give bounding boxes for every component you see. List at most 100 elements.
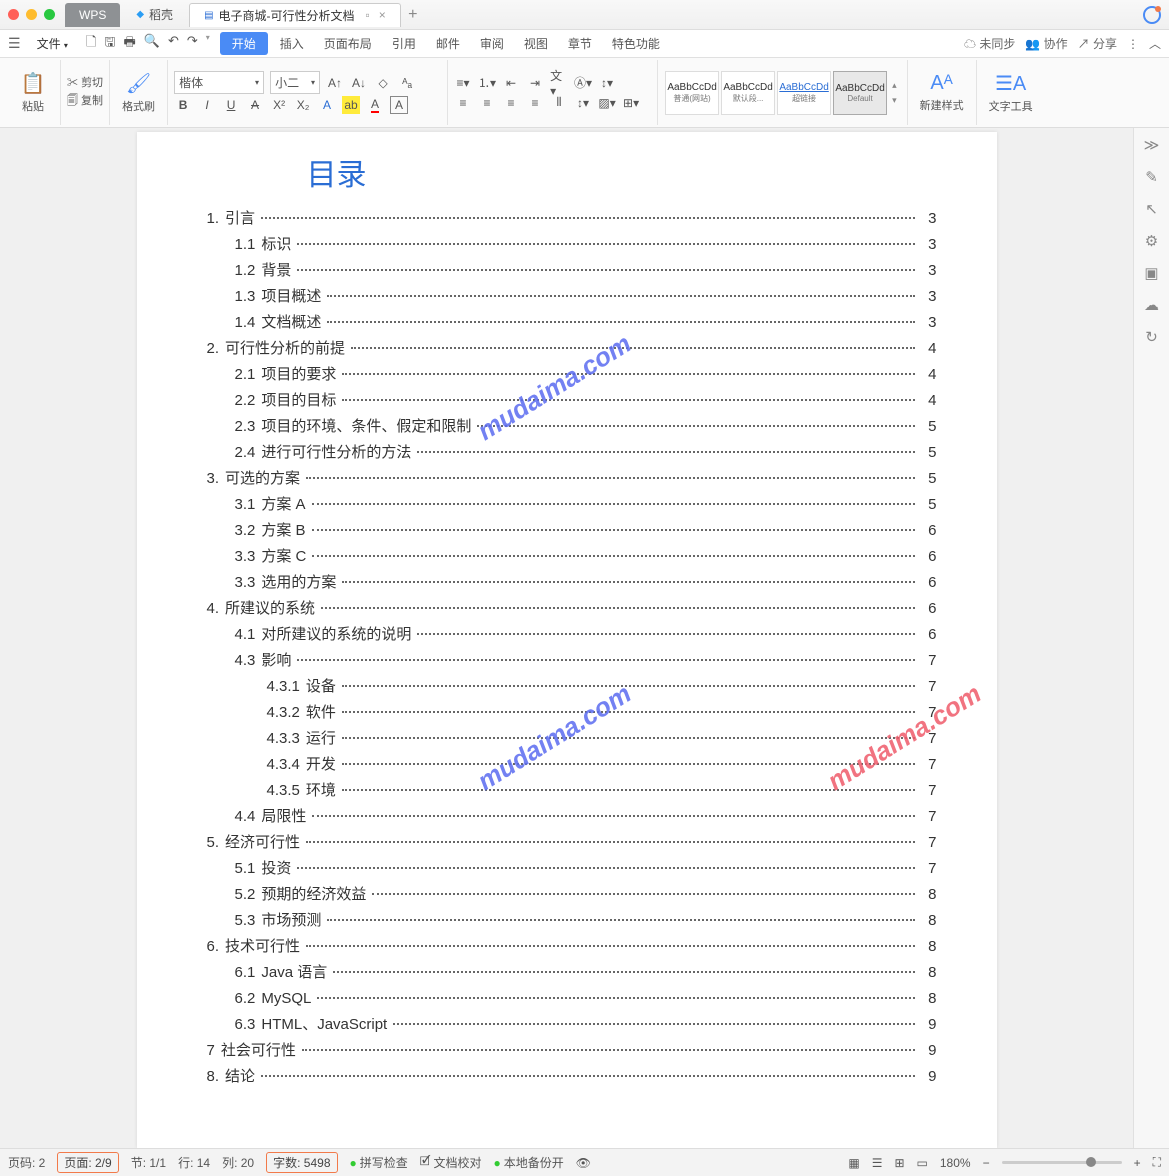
toc-entry[interactable]: 2.2项目的目标4 (235, 388, 937, 414)
toc-entry[interactable]: 1.4文档概述3 (235, 310, 937, 336)
save-icon[interactable]: 🖫 (104, 33, 115, 55)
zoom-in-button[interactable]: + (1134, 1156, 1141, 1170)
toc-entry[interactable]: 6.3HTML、JavaScript9 (235, 1012, 937, 1038)
char-border-button[interactable]: A (390, 96, 408, 114)
preview-icon[interactable]: 🔍 (144, 33, 160, 55)
copy-button[interactable]: 🗐 复制 (67, 92, 103, 111)
view-web-icon[interactable]: ⊞ (894, 1156, 904, 1170)
toc-entry[interactable]: 4.4局限性7 (235, 804, 937, 830)
maximize-window-icon[interactable] (44, 9, 55, 20)
toc-entry[interactable]: 2.1项目的要求4 (235, 362, 937, 388)
eye-mode-icon[interactable]: 👁 (576, 1156, 591, 1170)
tab-document[interactable]: ▤ 电子商城-可行性分析文档 ▫ × (189, 3, 401, 27)
font-color-button[interactable]: A (366, 96, 384, 114)
toc-entry[interactable]: 2.4进行可行性分析的方法5 (235, 440, 937, 466)
status-backup[interactable]: ● 本地备份开 (494, 1154, 564, 1171)
clear-format-icon[interactable]: ◇ (374, 74, 392, 92)
sync-status[interactable]: ☁ 未同步 (964, 35, 1015, 52)
change-case-icon[interactable]: ᴬₐ (398, 74, 416, 92)
toc-entry[interactable]: 7社会可行性9 (207, 1038, 937, 1064)
menu-chapter[interactable]: 章节 (560, 32, 600, 55)
zoom-slider[interactable] (1002, 1161, 1122, 1164)
italic-button[interactable]: I (198, 96, 216, 114)
numbering-button[interactable]: ⒈▾ (478, 74, 496, 92)
new-style-button[interactable]: Aᴬ新建样式 (914, 72, 970, 113)
minimize-window-icon[interactable] (26, 9, 37, 20)
view-page-icon[interactable]: ▦ (848, 1156, 859, 1170)
align-center-button[interactable]: ≡ (478, 94, 496, 112)
style-超链接[interactable]: AaBbCcDd超链接 (777, 71, 831, 115)
select-tool-icon[interactable]: ↖ (1145, 200, 1158, 218)
style-默认段...[interactable]: AaBbCcDd默认段... (721, 71, 775, 115)
toc-entry[interactable]: 2.3项目的环境、条件、假定和限制5 (235, 414, 937, 440)
borders-button[interactable]: ⊞▾ (622, 94, 640, 112)
toc-entry[interactable]: 5.3市场预测8 (235, 908, 937, 934)
toc-entry[interactable]: 4.1对所建议的系统的说明6 (235, 622, 937, 648)
toc-entry[interactable]: 5.2预期的经济效益8 (235, 882, 937, 908)
shrink-font-icon[interactable]: A↓ (350, 74, 368, 92)
increase-indent-button[interactable]: ⇥ (526, 74, 544, 92)
toc-entry[interactable]: 2.可行性分析的前提4 (207, 336, 937, 362)
toc-entry[interactable]: 3.1方案 A5 (235, 492, 937, 518)
document-area[interactable]: 目录 1.引言31.1标识31.2背景31.3项目概述31.4文档概述32.可行… (0, 128, 1133, 1148)
toc-entry[interactable]: 5.1投资7 (235, 856, 937, 882)
toc-entry[interactable]: 4.3.3运行7 (267, 726, 937, 752)
highlight-button[interactable]: ab (342, 96, 360, 114)
bullets-button[interactable]: ≡▾ (454, 74, 472, 92)
zoom-value[interactable]: 180% (940, 1156, 971, 1170)
menu-special[interactable]: 特色功能 (604, 32, 668, 55)
styles-more-icon[interactable]: ▴▾ (888, 80, 901, 106)
print-icon[interactable]: 🖶 (123, 33, 135, 55)
toc-entry[interactable]: 4.所建议的系统6 (207, 596, 937, 622)
menu-file[interactable]: 文件 ▾ (29, 32, 76, 55)
menu-mail[interactable]: 邮件 (428, 32, 468, 55)
toc-entry[interactable]: 4.3.2软件7 (267, 700, 937, 726)
grow-font-icon[interactable]: A↑ (326, 74, 344, 92)
toc-entry[interactable]: 3.2方案 B6 (235, 518, 937, 544)
toc-entry[interactable]: 6.1Java 语言8 (235, 960, 937, 986)
more-icon[interactable]: ⋮ (1127, 37, 1139, 51)
close-window-icon[interactable] (8, 9, 19, 20)
status-words[interactable]: 字数: 5498 (266, 1152, 337, 1173)
font-size-select[interactable]: 小二▾ (270, 71, 320, 94)
toc-entry[interactable]: 6.技术可行性8 (207, 934, 937, 960)
strike-button[interactable]: A (246, 96, 264, 114)
add-tab-button[interactable]: + (403, 6, 423, 24)
decrease-indent-button[interactable]: ⇤ (502, 74, 520, 92)
cloud-tool-icon[interactable]: ☁ (1144, 296, 1159, 314)
text-effects-button[interactable]: A (318, 96, 336, 114)
bold-button[interactable]: B (174, 96, 192, 114)
view-read-icon[interactable]: ▭ (917, 1156, 928, 1170)
collapse-panel-icon[interactable]: ≫ (1144, 136, 1160, 154)
toc-entry[interactable]: 4.3.4开发7 (267, 752, 937, 778)
fit-page-icon[interactable]: ⛶ (1153, 1155, 1161, 1170)
status-spell[interactable]: ● 拼写检查 (350, 1154, 408, 1171)
app-logo-icon[interactable] (1143, 6, 1161, 24)
zoom-out-button[interactable]: − (983, 1156, 990, 1170)
format-brush-button[interactable]: 🖌格式刷 (116, 71, 161, 114)
sort-button[interactable]: ↕▾ (598, 74, 616, 92)
toc-entry[interactable]: 8.结论9 (207, 1064, 937, 1090)
align-left-button[interactable]: ≡ (454, 94, 472, 112)
history-tool-icon[interactable]: ↻ (1145, 328, 1158, 346)
align-button[interactable]: Ⓐ▾ (574, 74, 592, 92)
font-name-select[interactable]: 楷体▾ (174, 71, 264, 94)
hamburger-icon[interactable]: ☰ (8, 35, 21, 52)
toc-entry[interactable]: 4.3影响7 (235, 648, 937, 674)
share-button[interactable]: ↗ 分享 (1078, 35, 1117, 52)
line-spacing-button[interactable]: ↕▾ (574, 94, 592, 112)
pen-tool-icon[interactable]: ✎ (1145, 168, 1158, 186)
qat-dropdown-icon[interactable]: ▾ (206, 33, 210, 55)
text-tools-button[interactable]: ☰A文字工具 (983, 71, 1039, 114)
status-page[interactable]: 页面: 2/9 (57, 1152, 118, 1173)
toc-entry[interactable]: 5.经济可行性7 (207, 830, 937, 856)
collapse-ribbon-icon[interactable]: ︿ (1149, 35, 1161, 52)
paste-button[interactable]: 📋粘贴 (12, 71, 54, 114)
tab-menu-icon[interactable]: ▫ (366, 8, 370, 22)
tab-daoke[interactable]: ◆稻壳 (122, 3, 187, 27)
menu-start[interactable]: 开始 (220, 32, 268, 55)
toc-entry[interactable]: 1.3项目概述3 (235, 284, 937, 310)
status-proof[interactable]: 🗹 文档校对 (420, 1152, 482, 1173)
toc-entry[interactable]: 6.2MySQL8 (235, 986, 937, 1012)
menu-insert[interactable]: 插入 (272, 32, 312, 55)
